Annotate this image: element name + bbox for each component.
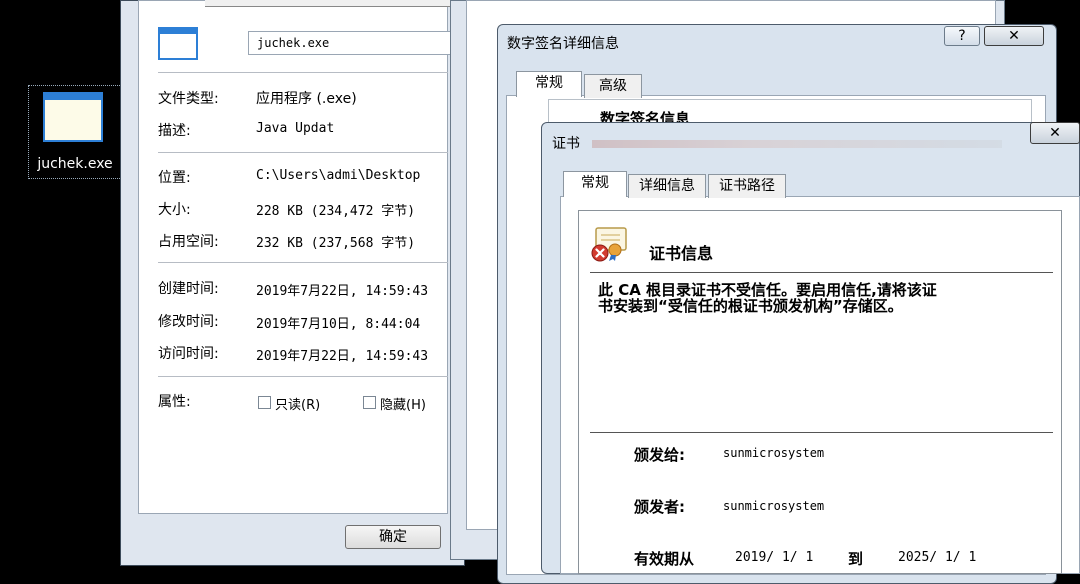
attributes-label: 属性: [158, 394, 191, 410]
tab-general[interactable]: 常规 [516, 71, 582, 97]
description-value: Java Updat [256, 121, 335, 136]
divider [590, 432, 1053, 433]
certificate-close-button[interactable]: ✕ [1030, 122, 1080, 144]
tab-cert-details[interactable]: 详细信息 [628, 174, 706, 198]
signature-dialog-title: 数字签名详细信息 [507, 36, 619, 52]
hidden-checkbox[interactable] [363, 396, 376, 409]
file-type-icon [158, 27, 198, 60]
ok-button[interactable]: 确定 [345, 525, 441, 549]
valid-from-label: 有效期从 [634, 550, 695, 568]
location-label: 位置: [158, 170, 191, 186]
issued-to-value: sunmicrosystem [723, 446, 825, 460]
valid-to-label: 到 [848, 550, 864, 568]
divider [158, 262, 448, 263]
properties-panel [138, 0, 448, 514]
readonly-checkbox[interactable] [258, 396, 271, 409]
divider [158, 376, 448, 377]
created-value: 2019年7月22日, 14:59:43 [256, 284, 429, 299]
file-name-field[interactable]: juchek.exe [248, 31, 458, 55]
tab-cert-path[interactable]: 证书路径 [708, 174, 786, 198]
readonly-label: 只读(R) [275, 398, 321, 413]
desktop-file-icon[interactable]: juchek.exe [28, 85, 122, 179]
valid-from-value: 2019/ 1/ 1 [735, 550, 814, 565]
desktop-icon-label: juchek.exe [37, 156, 113, 172]
accessed-label: 访问时间: [158, 346, 219, 362]
location-value: C:\Users\admi\Desktop [256, 168, 421, 183]
certificate-info-box [578, 210, 1062, 574]
type-value: 应用程序 (.exe) [256, 91, 357, 107]
close-button[interactable]: ✕ [984, 26, 1044, 46]
divider [158, 72, 448, 73]
exe-window-icon [43, 92, 103, 142]
issued-by-value: sunmicrosystem [723, 499, 825, 513]
tab-cert-general[interactable]: 常规 [563, 171, 627, 197]
type-label: 文件类型: [158, 91, 219, 107]
properties-tab-strip [205, 0, 455, 7]
certificate-dialog-title: 证书 [552, 136, 580, 152]
description-label: 描述: [158, 123, 191, 139]
trust-warning-line2: 书安装到“受信任的根证书颁发机构”存储区。 [598, 297, 903, 315]
issued-to-label: 颁发给: [634, 446, 685, 464]
modified-label: 修改时间: [158, 314, 219, 330]
divider [158, 152, 448, 153]
certificate-info-header: 证书信息 [649, 244, 714, 263]
created-label: 创建时间: [158, 281, 219, 297]
blurred-title-text [592, 140, 1002, 148]
divider [590, 272, 1053, 273]
modified-value: 2019年7月10日, 8:44:04 [256, 317, 421, 332]
size-value: 228 KB (234,472 字节) [256, 204, 416, 219]
help-button[interactable]: ? [944, 26, 980, 46]
valid-to-value: 2025/ 1/ 1 [898, 550, 977, 565]
issued-by-label: 颁发者: [634, 498, 685, 516]
hidden-label: 隐藏(H) [380, 398, 426, 413]
disk-size-value: 232 KB (237,568 字节) [256, 236, 416, 251]
tab-advanced[interactable]: 高级 [584, 74, 642, 98]
accessed-value: 2019年7月22日, 14:59:43 [256, 349, 429, 364]
disk-size-label: 占用空间: [158, 234, 219, 250]
size-label: 大小: [158, 202, 191, 218]
certificate-error-icon [591, 227, 627, 262]
